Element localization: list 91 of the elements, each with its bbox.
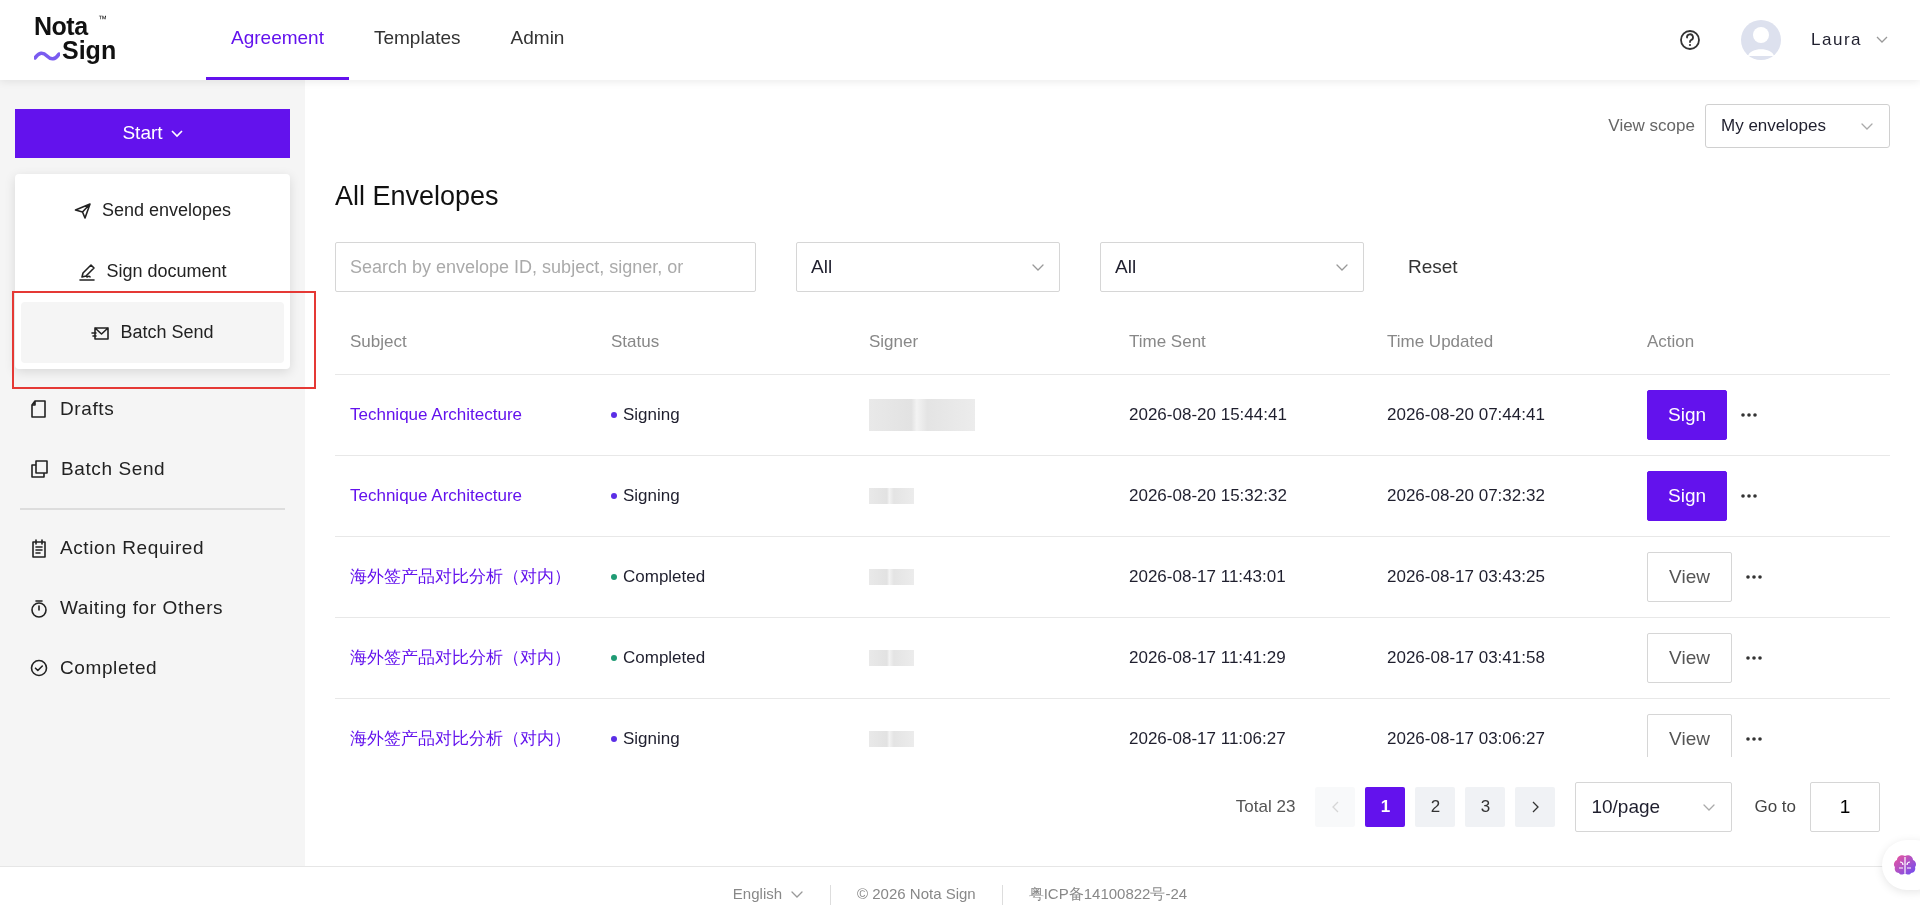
subject-link[interactable]: 海外签产品对比分析（对内） — [350, 726, 571, 752]
status-text: Signing — [623, 485, 680, 508]
column-header: Action — [1647, 331, 1695, 354]
chevron-down-icon — [1860, 121, 1874, 131]
sidebar-item[interactable]: Completed — [0, 638, 305, 698]
filter-select[interactable]: All — [796, 242, 1060, 292]
table-cell-text: 2026-08-17 03:06:27 — [1387, 728, 1545, 751]
redacted-block — [869, 731, 914, 747]
chevron-right-icon — [1530, 801, 1540, 813]
more-icon[interactable] — [1746, 574, 1762, 580]
table-cell-text: 2026-08-20 15:32:32 — [1129, 485, 1287, 508]
subject-link[interactable]: 海外签产品对比分析（对内） — [350, 564, 571, 590]
page-title: All Envelopes — [335, 180, 500, 213]
total-count: Total 23 — [1235, 796, 1296, 819]
logo-text: Sign — [62, 38, 117, 63]
page-size-select[interactable]: 10/page — [1575, 782, 1733, 832]
more-icon[interactable] — [1741, 412, 1757, 418]
table-cell-text: 2026-08-17 03:41:58 — [1387, 647, 1545, 670]
field-label: View scope — [1608, 115, 1695, 138]
chevron-down-icon — [1031, 262, 1045, 272]
redacted-block — [869, 488, 914, 504]
copies-icon — [30, 459, 49, 479]
column-header: Subject — [350, 331, 407, 354]
column-header: Time Sent — [1129, 331, 1206, 354]
chevron-left-icon — [1330, 801, 1340, 813]
page-button[interactable]: 3 — [1465, 787, 1506, 827]
table-cell-text: 2026-08-17 11:41:29 — [1129, 647, 1286, 670]
table-cell-text: 2026-08-20 07:32:32 — [1387, 485, 1545, 508]
user-name[interactable]: Laura — [1811, 27, 1862, 53]
nav-tab[interactable]: Admin — [485, 0, 590, 80]
chevron-down-icon — [170, 129, 183, 138]
table-cell-text: 2026-08-17 11:43:01 — [1129, 566, 1286, 589]
page-button[interactable]: 2 — [1415, 787, 1456, 827]
nav-tab[interactable]: Templates — [348, 0, 486, 80]
page-input[interactable]: 1 — [1810, 782, 1880, 832]
view-button[interactable]: View — [1647, 714, 1732, 757]
subject-link[interactable]: Technique Architecture — [350, 402, 522, 428]
chevron-down-icon[interactable] — [1876, 36, 1888, 44]
logo-wave-icon — [34, 50, 60, 62]
status-text: Signing — [623, 728, 680, 751]
page-button[interactable]: 1 — [1365, 787, 1406, 827]
check-circle-icon — [30, 659, 48, 677]
language-select[interactable]: English — [732, 883, 805, 906]
view-button[interactable]: View — [1647, 633, 1732, 683]
menu-item[interactable]: Batch Send — [21, 302, 284, 363]
sidebar-item[interactable]: Batch Send — [0, 439, 305, 499]
subject-link[interactable]: 海外签产品对比分析（对内） — [350, 645, 571, 671]
status-text: Completed — [623, 647, 706, 670]
license-text[interactable]: 粤ICP备14100822号-24 — [1028, 883, 1188, 906]
trademark-mark: ™ — [98, 15, 107, 24]
sidebar-item[interactable]: Drafts — [0, 379, 305, 439]
help-icon[interactable] — [1679, 29, 1701, 51]
table-cell-text: 2026-08-20 07:44:41 — [1387, 404, 1545, 427]
pen-icon — [78, 262, 97, 281]
chevron-down-icon — [1702, 802, 1717, 812]
sign-button[interactable]: Sign — [1647, 471, 1727, 521]
menu-item[interactable]: Send envelopes — [21, 180, 284, 241]
menu-item[interactable]: Sign document — [21, 241, 284, 302]
field-label: Go to — [1754, 796, 1796, 819]
start-button[interactable]: Start — [15, 109, 290, 158]
more-icon[interactable] — [1746, 736, 1762, 742]
status-text: Signing — [623, 404, 680, 427]
sidebar-item[interactable]: Action Required — [0, 518, 305, 578]
stopwatch-icon — [30, 598, 48, 618]
scope-select[interactable]: My envelopes — [1705, 104, 1890, 148]
column-header: Status — [611, 331, 660, 354]
logo-text: Nota — [34, 14, 88, 39]
more-icon[interactable] — [1741, 493, 1757, 499]
table-cell-text: 2026-08-20 15:44:41 — [1129, 404, 1287, 427]
more-icon[interactable] — [1746, 655, 1762, 661]
clipboard-icon — [30, 537, 48, 559]
copyright-text: © 2026 Nota Sign — [857, 884, 976, 905]
filter-select[interactable]: All — [1100, 242, 1364, 292]
sidebar-item[interactable]: Waiting for Others — [0, 578, 305, 638]
chevron-down-icon — [1335, 262, 1349, 272]
status-text: Completed — [623, 566, 706, 589]
brain-icon — [1892, 853, 1918, 877]
redacted-block — [869, 569, 914, 585]
redacted-block — [869, 650, 914, 666]
search-field[interactable]: Search by envelope ID, subject, signer, or — [335, 242, 756, 292]
reset-button[interactable]: Reset — [1392, 252, 1474, 282]
subject-link[interactable]: Technique Architecture — [350, 483, 522, 509]
chevron-down-icon — [790, 890, 805, 899]
table-cell-text: 2026-08-17 03:43:25 — [1387, 566, 1545, 589]
paper-plane-icon — [73, 201, 92, 220]
column-header: Time Updated — [1387, 331, 1494, 354]
sign-button[interactable]: Sign — [1647, 390, 1727, 440]
view-button[interactable]: View — [1647, 552, 1732, 602]
column-header: Signer — [869, 331, 919, 354]
document-icon — [30, 399, 48, 419]
table-cell-text: 2026-08-17 11:06:27 — [1129, 728, 1286, 751]
